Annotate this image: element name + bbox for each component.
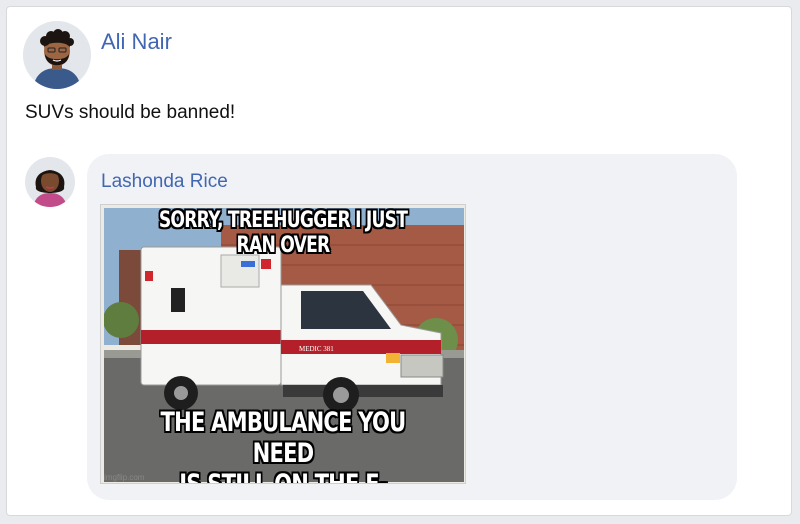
man-avatar-icon	[23, 21, 91, 89]
comment-bubble: Lashonda Rice SORRY, TREEHUGGER I JUST R…	[87, 154, 737, 500]
meme-bottom-line-1: THE AMBULANCE YOU NEED	[160, 407, 407, 469]
meme-watermark: imgflip.com	[104, 473, 145, 482]
post-card: Ali Nair SUVs should be banned! Lashonda…	[6, 6, 792, 516]
woman-avatar-icon	[25, 157, 75, 207]
post-author-name[interactable]: Ali Nair	[101, 29, 172, 55]
meme-bottom-line-2: IS STILL ON THE E-CHARGER	[141, 469, 425, 483]
meme-image[interactable]: SORRY, TREEHUGGER I JUST RAN OVER THE AM…	[100, 204, 466, 484]
vehicle-label: MEDIC 381	[299, 345, 334, 353]
comment-author-name[interactable]: Lashonda Rice	[101, 171, 228, 193]
post-text: SUVs should be banned!	[25, 102, 236, 123]
comment-author-avatar[interactable]	[25, 157, 75, 207]
meme-bottom-text: THE AMBULANCE YOU NEED IS STILL ON THE E…	[141, 407, 425, 483]
post-header	[23, 21, 91, 89]
author-avatar[interactable]	[23, 21, 91, 89]
meme-top-text: SORRY, TREEHUGGER I JUST RAN OVER	[158, 208, 408, 258]
